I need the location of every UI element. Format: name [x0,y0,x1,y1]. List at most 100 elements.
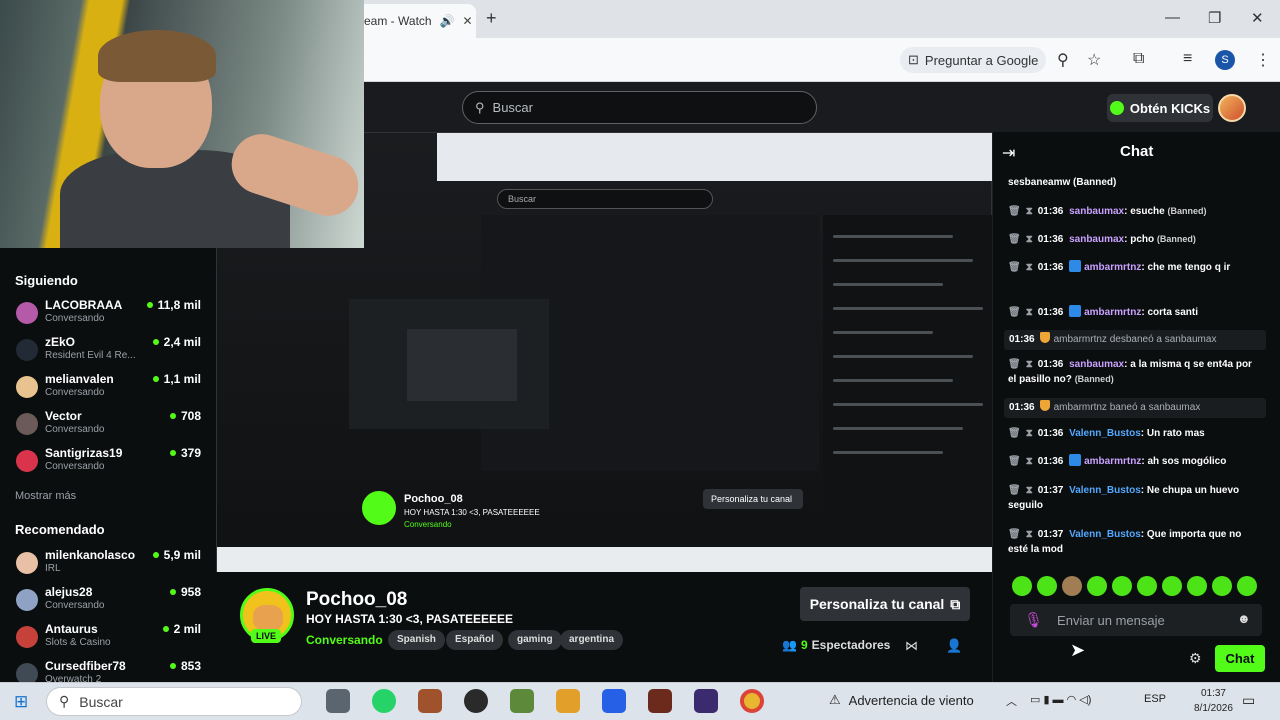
windows-start-icon[interactable]: ⊞ [14,692,28,712]
emoji-icon[interactable]: ☻ [1237,611,1251,626]
delete-icon[interactable]: 🗑 [1008,206,1021,217]
emote-icon[interactable] [1087,576,1107,596]
emote-icon[interactable] [1062,576,1082,596]
sidebar-channel[interactable]: zEkO Resident Evil 4 Re... 2,4 mil [0,333,216,369]
sidebar-channel[interactable]: alejus28 Conversando 958 [0,583,216,619]
timeout-icon[interactable]: ⧗ [1026,485,1033,496]
bookmark-star-icon[interactable]: ☆ [1087,50,1101,70]
sidebar-channel[interactable]: Antaurus Slots & Casino 2 mil [0,620,216,656]
sidebar-channel[interactable]: Santigrizas19 Conversando 379 [0,444,216,480]
chat-username[interactable]: Valenn_Bustos [1069,529,1141,540]
timeout-icon[interactable]: ⧗ [1026,529,1033,540]
chat-username[interactable]: sanbaumax [1069,234,1124,245]
chat-username[interactable]: ambarmrtnz [1084,307,1141,318]
weather-widget[interactable]: ⚠ Advertencia de viento [829,692,974,708]
emote-icon[interactable] [1212,576,1232,596]
app-icon[interactable] [556,689,580,713]
emote-icon[interactable] [1137,576,1157,596]
emote-icon[interactable] [1237,576,1257,596]
app-icon[interactable] [648,689,672,713]
follow-user-icon[interactable]: 👤 [946,638,962,654]
delete-icon[interactable]: 🗑 [1008,428,1021,439]
ask-google-button[interactable]: ⊡ Preguntar a Google [900,47,1046,73]
chat-username[interactable]: ambarmrtnz [1084,456,1141,467]
emote-icon[interactable] [1112,576,1132,596]
speaker-icon[interactable]: 🔊 [440,14,455,28]
browser-tab[interactable]: eam - Watch 🔊 ✕ [350,4,476,38]
more-menu-icon[interactable]: ⋮ [1255,50,1271,70]
tag-chip[interactable]: argentina [560,630,624,650]
app-icon[interactable] [418,689,442,713]
delete-icon[interactable]: 🗑 [1008,359,1021,370]
get-kicks-button[interactable]: Obtén KICKs [1107,94,1213,122]
gear-icon[interactable]: ⚙ [1189,650,1202,667]
delete-icon[interactable]: 🗑 [1008,456,1021,467]
taskbar-search[interactable]: ⚲ Buscar [46,687,302,716]
tray-icons[interactable]: ▭ ▮ ▬ ◠ ◁) [1030,693,1091,706]
minimize-button[interactable]: — [1165,9,1180,26]
customize-channel-button[interactable]: Personaliza tu canal ⧉ [800,587,970,621]
mic-icon[interactable]: 🎙 [1024,611,1043,629]
chat-username[interactable]: sanbaumax [1069,359,1124,370]
chat-username[interactable]: Valenn_Bustos [1069,485,1141,496]
maximize-button[interactable]: ❐ [1208,9,1221,27]
chevron-up-icon[interactable]: ︿ [1006,693,1017,709]
task-view-icon[interactable] [326,689,350,713]
share-icon[interactable]: ⋈ [905,638,918,654]
delete-icon[interactable]: 🗑 [1008,262,1021,273]
language-indicator[interactable]: ESP [1144,693,1166,705]
tag-chip[interactable]: Español [446,630,503,650]
chat-username[interactable]: Valenn_Bustos [1069,428,1141,439]
extensions-icon[interactable]: ⧉ [1133,50,1144,68]
timeout-icon[interactable]: ⧗ [1026,359,1033,370]
emote-icon[interactable] [1037,576,1057,596]
delete-icon[interactable]: 🗑 [1008,529,1021,540]
timeout-icon[interactable]: ⧗ [1026,234,1033,245]
recommended-title: Recomendado [15,522,105,537]
profile-avatar[interactable]: S [1215,50,1235,70]
chat-input[interactable]: 🎙 Enviar un mensaje [1010,604,1262,636]
timeout-icon[interactable]: ⧗ [1026,262,1033,273]
sidebar-channel[interactable]: Vector Conversando 708 [0,407,216,443]
sidebar-channel[interactable]: LACOBRAAA Conversando 11,8 mil [0,296,216,332]
live-dot-icon [146,302,153,308]
timeout-icon[interactable]: ⧗ [1026,428,1033,439]
app-icon[interactable] [694,689,718,713]
notification-icon[interactable]: ▭ [1242,692,1255,709]
delete-icon[interactable]: 🗑 [1008,234,1021,245]
delete-icon[interactable]: 🗑 [1008,307,1021,318]
app-icon[interactable] [464,689,488,713]
sidebar-channel[interactable]: milenkanolasco IRL 5,9 mil [0,546,216,582]
live-dot-icon [169,450,176,456]
minecraft-icon[interactable] [510,689,534,713]
collapse-chat-icon[interactable]: ⇥ [1002,143,1015,163]
timeout-icon[interactable]: ⧗ [1026,307,1033,318]
clock[interactable]: 01:37 8/1/2026 [1194,686,1233,716]
close-tab-icon[interactable]: ✕ [463,14,473,28]
timeout-icon[interactable]: ⧗ [1026,456,1033,467]
whatsapp-icon[interactable] [372,689,396,713]
streamer-name[interactable]: Pochoo_08 [306,589,407,611]
new-tab-button[interactable]: + [486,8,497,29]
chat-username[interactable]: ambarmrtnz [1084,262,1141,273]
user-avatar[interactable] [1218,94,1246,122]
chrome-icon[interactable] [740,689,764,713]
sidebar-channel[interactable]: melianvalen Conversando 1,1 mil [0,370,216,406]
media-control-icon[interactable]: ≡ [1183,50,1192,68]
chat-username[interactable]: sanbaumax [1069,206,1124,217]
close-window-button[interactable]: ✕ [1251,9,1264,27]
chat-send-button[interactable]: Chat [1215,645,1265,672]
emote-icon[interactable] [1012,576,1032,596]
nested-customize-button: Personaliza tu canal [703,489,803,509]
show-more-link[interactable]: Mostrar más [15,490,76,502]
app-icon[interactable] [602,689,626,713]
tag-chip[interactable]: Spanish [388,630,445,650]
timeout-icon[interactable]: ⧗ [1026,206,1033,217]
stream-category[interactable]: Conversando [306,633,383,647]
emote-icon[interactable] [1187,576,1207,596]
delete-icon[interactable]: 🗑 [1008,485,1021,496]
emote-icon[interactable] [1162,576,1182,596]
tag-chip[interactable]: gaming [508,630,562,650]
search-input[interactable]: ⚲ Buscar [462,91,817,124]
zoom-icon[interactable]: ⚲ [1057,50,1069,70]
